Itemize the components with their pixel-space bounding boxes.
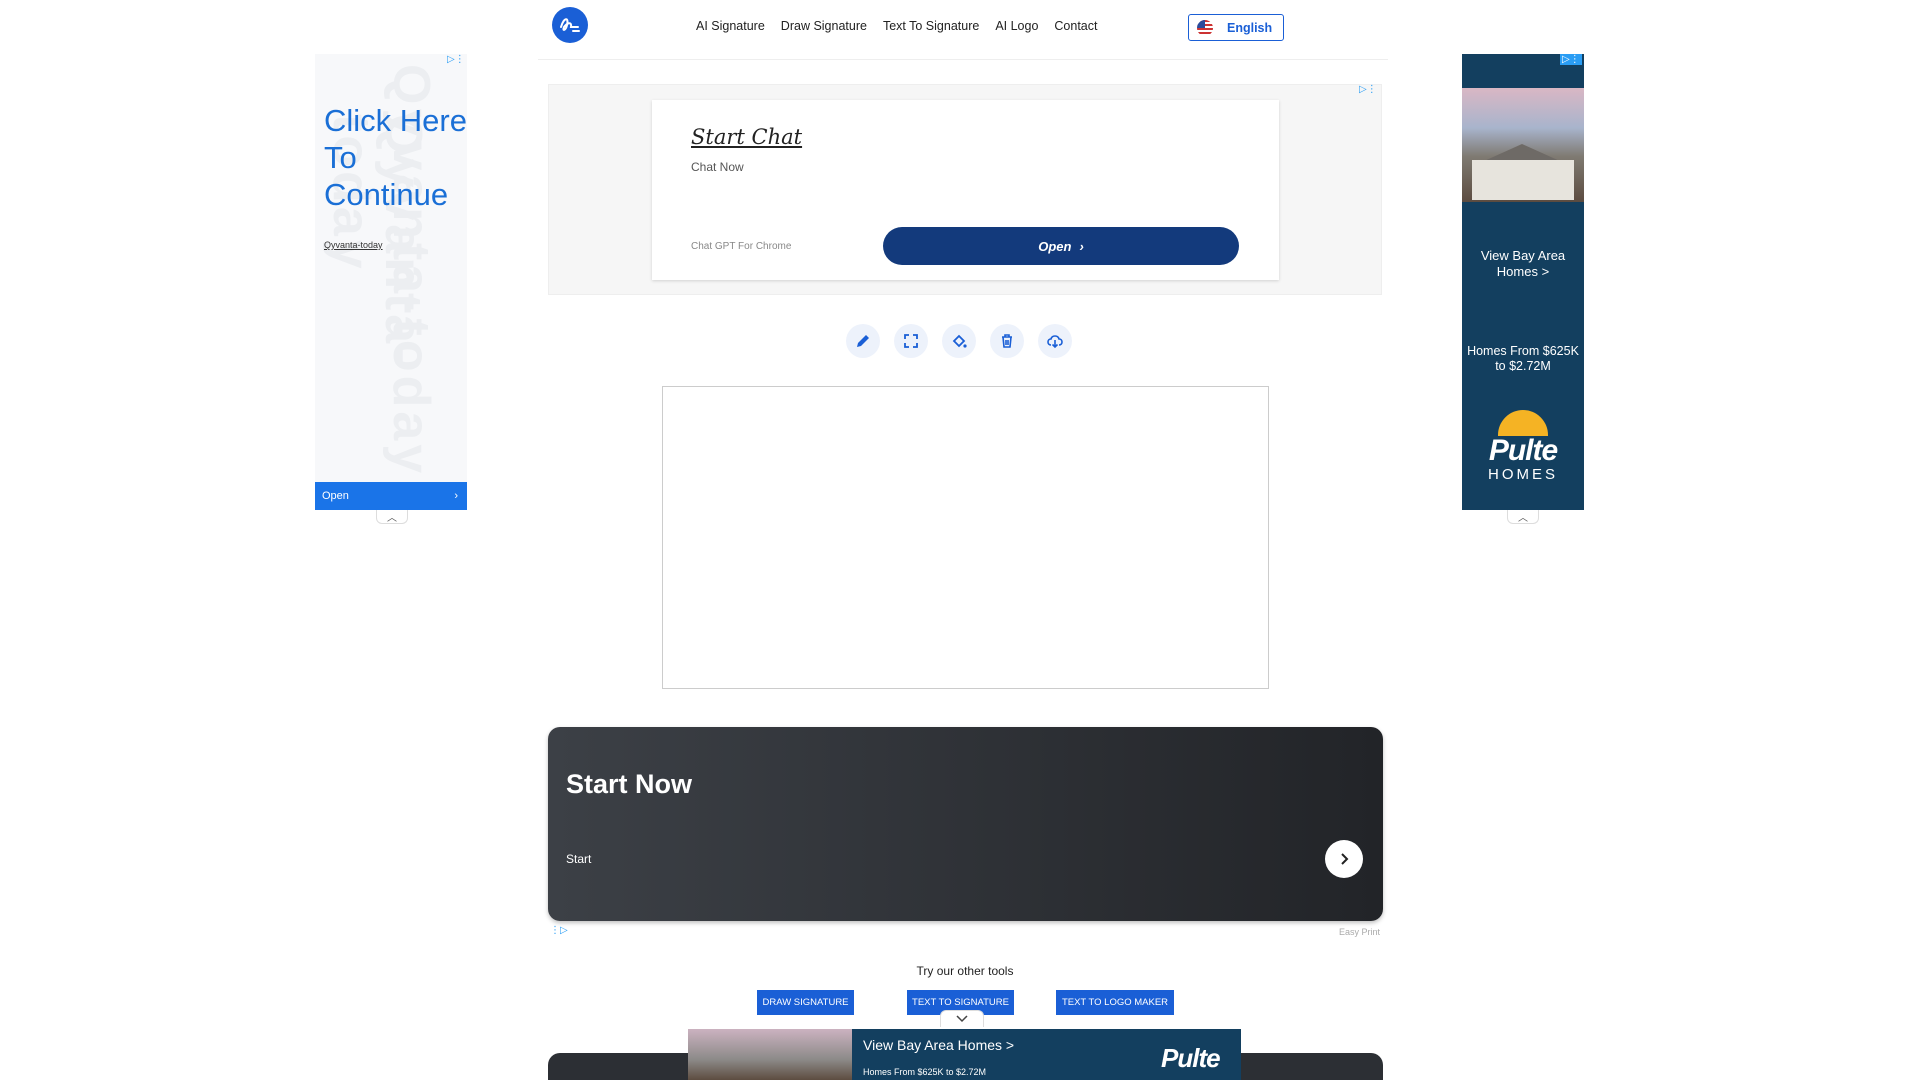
pulte-sun-icon <box>1498 410 1548 436</box>
adchoices-icon[interactable]: ▷⋮ <box>1560 54 1582 65</box>
ad-right[interactable]: View Bay Area Homes > Homes From $625K t… <box>1462 54 1584 510</box>
ad-start-now[interactable]: Start Now Start <box>548 727 1383 921</box>
ad-bottom-logo: Pulte <box>1161 1043 1221 1073</box>
ad-right-collapse-button[interactable]: ︿ <box>1507 510 1539 524</box>
ad-left-open-label: Open <box>322 490 349 502</box>
adchoices-icon[interactable]: ⋮▷ <box>550 925 568 936</box>
ad-start-go-button[interactable] <box>1325 840 1363 878</box>
nav-ai-logo[interactable]: AI Logo <box>995 19 1038 33</box>
ad-bottom-house-photo <box>688 1029 852 1080</box>
adchoices-icon[interactable]: ▷⋮ <box>447 54 465 65</box>
us-flag-icon <box>1197 19 1213 36</box>
chevron-right-icon <box>1341 853 1349 865</box>
ad-right-headline[interactable]: View Bay Area Homes > <box>1462 248 1584 280</box>
ad-bottom-subline: Homes From $625K to $2.72M <box>863 1067 987 1077</box>
main-nav: AI Signature Draw Signature Text To Sign… <box>696 19 1098 33</box>
ad-bottom-collapse-button[interactable] <box>940 1010 984 1027</box>
ad-top-source: Chat GPT For Chrome <box>691 241 792 252</box>
ad-right-subline: Homes From $625K to $2.72M <box>1467 344 1579 373</box>
ad-left-collapse-button[interactable]: ︿ <box>376 510 408 524</box>
language-label: English <box>1227 20 1273 35</box>
language-selector[interactable]: English <box>1188 14 1284 41</box>
download-button[interactable] <box>1038 324 1072 358</box>
ad-start-source: Easy Print <box>1339 927 1381 937</box>
pencil-button[interactable] <box>846 324 880 358</box>
ad-left[interactable]: Qyvanta-today Qyvanta-today Click Here T… <box>315 54 467 510</box>
nav-text-to-signature[interactable]: Text To Signature <box>883 19 979 33</box>
ad-start-subtitle: Start <box>566 852 592 866</box>
nav-ai-signature[interactable]: AI Signature <box>696 19 765 33</box>
fill-color-button[interactable] <box>942 324 976 358</box>
ad-left-headline[interactable]: Click Here To Continue <box>324 102 467 213</box>
ad-top-open-button[interactable]: Open › <box>883 227 1239 265</box>
chevron-right-icon: › <box>454 490 458 502</box>
clear-button[interactable] <box>990 324 1024 358</box>
fullscreen-button[interactable] <box>894 324 928 358</box>
nav-draw-signature[interactable]: Draw Signature <box>781 19 867 33</box>
ad-left-open-button[interactable]: Open › <box>315 482 467 510</box>
nav-contact[interactable]: Contact <box>1054 19 1097 33</box>
paint-bucket-icon <box>952 334 967 348</box>
pencil-icon <box>857 335 869 347</box>
ad-top[interactable]: Start Chat Chat Now Chat GPT For Chrome … <box>548 84 1382 295</box>
ad-right-logo-top: Pulte <box>1488 434 1558 467</box>
ad-bottom[interactable]: View Bay Area Homes > Homes From $625K t… <box>688 1029 1241 1080</box>
ad-left-brand[interactable]: Qyvanta-today <box>324 240 383 250</box>
drawing-toolbar <box>846 324 1072 358</box>
house-shape <box>1472 160 1574 200</box>
ad-top-subtitle: Chat Now <box>691 160 744 174</box>
chevron-up-icon: ︿ <box>387 513 397 524</box>
ad-bottom-headline[interactable]: View Bay Area Homes > <box>863 1037 1014 1053</box>
site-header: AI Signature Draw Signature Text To Sign… <box>538 0 1388 60</box>
signature-canvas[interactable] <box>662 386 1269 689</box>
other-tools-heading: Try our other tools <box>916 964 1014 978</box>
signature-logo-icon <box>560 18 580 32</box>
chevron-right-icon: › <box>1079 238 1084 254</box>
ad-right-house-photo <box>1462 88 1584 202</box>
chevron-down-icon <box>956 1015 968 1023</box>
ad-top-card[interactable]: Start Chat Chat Now Chat GPT For Chrome … <box>652 100 1279 280</box>
ad-top-title[interactable]: Start Chat <box>691 125 802 149</box>
chevron-up-icon: ︿ <box>1518 513 1528 524</box>
draw-signature-button[interactable]: DRAW SIGNATURE <box>757 990 854 1015</box>
cloud-download-icon <box>1047 335 1063 349</box>
ad-start-title[interactable]: Start Now <box>566 769 692 800</box>
ad-top-open-label: Open <box>1038 238 1072 254</box>
adchoices-icon[interactable]: ▷⋮ <box>1359 84 1377 95</box>
fullscreen-icon <box>904 334 918 348</box>
site-logo[interactable] <box>552 7 588 43</box>
ad-right-logo-bottom: HOMES <box>1487 466 1558 483</box>
text-to-logo-maker-button[interactable]: TEXT TO LOGO MAKER <box>1056 990 1174 1015</box>
trash-icon <box>1002 334 1012 348</box>
